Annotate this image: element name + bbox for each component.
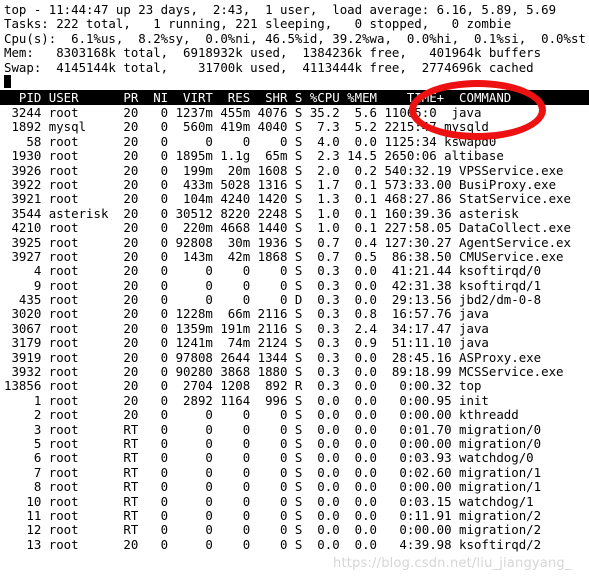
table-row[interactable]: 1930 root 20 0 1895m 1.1g 65m S 2.3 14.5… [4,149,589,163]
table-row[interactable]: 3067 root 20 0 1359m 191m 2116 S 0.3 2.4… [4,322,589,336]
table-row[interactable]: 3179 root 20 0 1241m 74m 2124 S 0.3 0.9 … [4,336,589,350]
top-summary-panel: top - 11:44:47 up 23 days, 2:43, 1 user,… [4,2,589,75]
table-row[interactable]: 13 root 20 0 0 0 0 S 0.0 0.0 4:39.98 kso… [4,538,589,552]
table-row[interactable]: 3927 root 20 0 143m 42m 1868 S 0.7 0.5 8… [4,250,589,264]
swap-line: Swap: 4145144k total, 31700k used, 41134… [4,59,534,75]
table-row[interactable]: 3020 root 20 0 1228m 66m 2116 S 0.3 0.8 … [4,307,589,321]
uptime-line: top - 11:44:47 up 23 days, 2:43, 1 user,… [4,2,557,17]
table-row[interactable]: 3925 root 20 0 92808 30m 1936 S 0.7 0.4 … [4,236,589,250]
table-row[interactable]: 3922 root 20 0 433m 5028 1316 S 1.7 0.1 … [4,178,589,192]
table-row[interactable]: 3921 root 20 0 104m 4240 1420 S 1.3 0.1 … [4,192,589,206]
table-row[interactable]: 3932 root 20 0 90280 3868 1880 S 0.3 0.0… [4,365,589,379]
table-row[interactable]: 9 root 20 0 0 0 0 S 0.3 0.0 42:31.38 kso… [4,279,589,293]
table-row[interactable]: 2 root 20 0 0 0 0 S 0.0 0.0 0:00.00 kthr… [4,408,589,422]
table-row[interactable]: 3244 root 20 0 1237m 455m 4076 S 35.2 5.… [4,106,589,120]
table-row[interactable]: 6 root RT 0 0 0 0 S 0.0 0.0 0:03.93 watc… [4,451,589,465]
process-table-header-text: PID USER PR NI VIRT RES SHR S %CPU %MEM … [4,90,512,105]
table-row[interactable]: 8 root RT 0 0 0 0 S 0.0 0.0 0:00.00 migr… [4,480,589,494]
cursor-block [4,75,11,88]
terminal-cursor-row [4,75,11,89]
table-row[interactable]: 3544 asterisk 20 0 30512 8220 2248 S 1.0… [4,207,589,221]
table-row[interactable]: 5 root RT 0 0 0 0 S 0.0 0.0 0:00.00 migr… [4,437,589,451]
table-row[interactable]: 10 root RT 0 0 0 0 S 0.0 0.0 0:03.15 wat… [4,495,589,509]
table-row[interactable]: 1892 mysql 20 0 560m 419m 4040 S 7.3 5.2… [4,120,589,134]
table-row[interactable]: 7 root RT 0 0 0 0 S 0.0 0.0 0:02.60 migr… [4,466,589,480]
table-row[interactable]: 58 root 20 0 0 0 0 S 4.0 0.0 1125:34 ksw… [4,135,589,149]
table-row[interactable]: 12 root RT 0 0 0 0 S 0.0 0.0 0:00.00 mig… [4,523,589,537]
tasks-line: Tasks: 222 total, 1 running, 221 sleepin… [4,16,512,32]
cpu-line: Cpu(s): 6.1%us, 8.2%sy, 0.0%ni, 46.5%id,… [4,30,586,46]
terminal-screenshot: top - 11:44:47 up 23 days, 2:43, 1 user,… [0,0,589,579]
table-row[interactable]: 4210 root 20 0 220m 4668 1440 S 1.0 0.1 … [4,221,589,235]
table-row[interactable]: 3919 root 20 0 97808 2644 1344 S 0.3 0.0… [4,351,589,365]
process-table-body[interactable]: 3244 root 20 0 1237m 455m 4076 S 35.2 5.… [4,106,589,552]
table-row[interactable]: 4 root 20 0 0 0 0 S 0.3 0.0 41:21.44 kso… [4,264,589,278]
table-row[interactable]: 11 root RT 0 0 0 0 S 0.0 0.0 0:11.91 mig… [4,509,589,523]
memory-line: Mem: 8303168k total, 6918932k used, 1384… [4,45,542,61]
table-row[interactable]: 3926 root 20 0 199m 20m 1608 S 2.0 0.2 5… [4,164,589,178]
table-row[interactable]: 3 root RT 0 0 0 0 S 0.0 0.0 0:01.70 migr… [4,423,589,437]
table-row[interactable]: 13856 root 20 0 2704 1208 892 R 0.3 0.0 … [4,379,589,393]
table-row[interactable]: 435 root 20 0 0 0 0 D 0.3 0.0 29:13.56 j… [4,293,589,307]
top-terminal[interactable]: top - 11:44:47 up 23 days, 2:43, 1 user,… [0,0,589,579]
process-table-header[interactable]: PID USER PR NI VIRT RES SHR S %CPU %MEM … [0,90,589,105]
table-row[interactable]: 1 root 20 0 2892 1164 996 S 0.0 0.0 0:00… [4,394,589,408]
